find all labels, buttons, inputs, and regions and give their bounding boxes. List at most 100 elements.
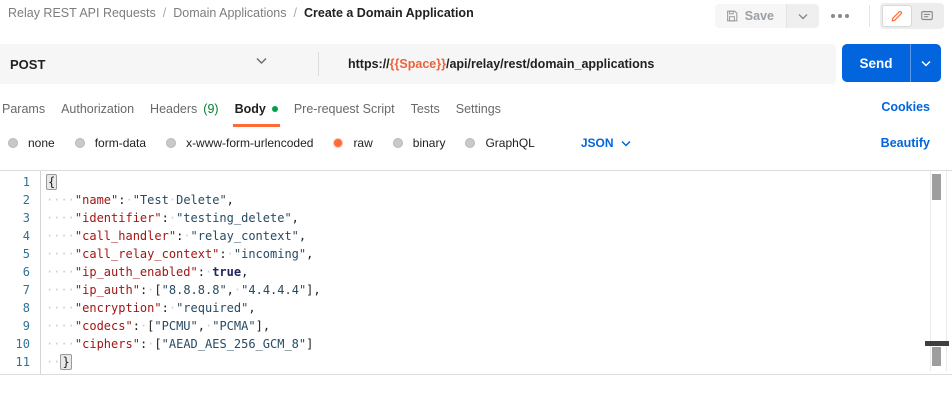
gutter-border	[40, 171, 41, 374]
line-number: 3	[0, 209, 40, 227]
body-type-binary[interactable]: binary	[393, 136, 446, 150]
tab-label: Tests	[411, 102, 440, 116]
breadcrumb: Relay REST API Requests / Domain Applica…	[8, 6, 474, 20]
line-number: 7	[0, 281, 40, 299]
line-number: 8	[0, 299, 40, 317]
cookies-link[interactable]: Cookies	[881, 100, 930, 114]
code-line[interactable]: 3····"identifier":·"testing_delete",	[0, 209, 952, 227]
breadcrumb-collection[interactable]: Relay REST API Requests	[8, 6, 156, 20]
save-group: Save	[715, 4, 819, 28]
tab-label: Headers	[150, 102, 197, 116]
raw-format-label: JSON	[581, 136, 614, 150]
body-type-form-data[interactable]: form-data	[75, 136, 146, 150]
radio-label: GraphQL	[485, 136, 534, 150]
code-line[interactable]: 1{	[0, 173, 952, 191]
edit-mode-button[interactable]	[882, 5, 912, 27]
request-tabs: Params Authorization Headers (9) Body Pre…	[0, 94, 952, 124]
code-text: {	[40, 173, 57, 191]
vertical-scrollbar-thumb[interactable]	[932, 347, 941, 366]
tab-params[interactable]: Params	[2, 94, 45, 124]
code-line[interactable]: 7····"ip_auth":·["8.8.8.8",·"4.4.4.4"],	[0, 281, 952, 299]
tab-label: Settings	[456, 102, 501, 116]
beautify-link[interactable]: Beautify	[881, 136, 930, 150]
code-line[interactable]: 10····"ciphers":·["AEAD_AES_256_GCM_8"]	[0, 335, 952, 353]
code-text: ··}	[40, 353, 72, 371]
radio-label: raw	[353, 136, 372, 150]
url-input[interactable]: https://{{Space}}/api/relay/rest/domain_…	[348, 44, 654, 84]
radio-label: binary	[413, 136, 446, 150]
code-text: ····"ciphers":·["AEAD_AES_256_GCM_8"]	[40, 335, 313, 353]
body-type-none[interactable]: none	[8, 136, 55, 150]
tab-settings[interactable]: Settings	[456, 94, 501, 124]
save-icon	[725, 9, 739, 23]
code-line[interactable]: 8····"encryption":·"required",	[0, 299, 952, 317]
tab-body[interactable]: Body	[235, 94, 278, 124]
radio-label: form-data	[95, 136, 146, 150]
header-divider	[869, 5, 870, 27]
raw-format-selector[interactable]: JSON	[581, 136, 631, 150]
code-text: ····"ip_auth":·["8.8.8.8",·"4.4.4.4"],	[40, 281, 321, 299]
body-type-options: none form-data x-www-form-urlencoded raw…	[0, 130, 952, 156]
save-button[interactable]: Save	[715, 4, 786, 28]
right-panel-toggle	[880, 3, 944, 29]
vertical-scrollbar-thumb[interactable]	[932, 174, 941, 200]
line-number: 5	[0, 245, 40, 263]
line-number: 1	[0, 173, 40, 191]
code-line[interactable]: 5····"call_relay_context":·"incoming",	[0, 245, 952, 263]
tab-label: Body	[235, 102, 266, 116]
code-line[interactable]: 11··}	[0, 353, 952, 371]
radio-icon	[465, 138, 475, 148]
radio-label: x-www-form-urlencoded	[186, 136, 313, 150]
horizontal-scrollbar-thumb[interactable]	[925, 341, 949, 346]
breadcrumb-separator: /	[163, 6, 166, 20]
code-text: ····"name":·"Test·Delete",	[40, 191, 234, 209]
tab-pre-request-script[interactable]: Pre-request Script	[294, 94, 395, 124]
tab-label: Pre-request Script	[294, 102, 395, 116]
chevron-down-icon	[621, 140, 631, 147]
line-number: 4	[0, 227, 40, 245]
breadcrumb-request-name[interactable]: Create a Domain Application	[304, 6, 474, 20]
code-text: ····"identifier":·"testing_delete",	[40, 209, 299, 227]
url-path: /api/relay/rest/domain_applications	[446, 57, 654, 71]
radio-icon	[8, 138, 18, 148]
chevron-down-icon	[798, 13, 808, 20]
breadcrumb-separator: /	[294, 6, 297, 20]
radio-selected-icon	[333, 138, 343, 148]
body-type-raw[interactable]: raw	[333, 136, 372, 150]
code-line[interactable]: 6····"ip_auth_enabled":·true,	[0, 263, 952, 281]
line-number: 9	[0, 317, 40, 335]
pencil-icon	[890, 9, 904, 23]
code-text: ····"encryption":·"required",	[40, 299, 256, 317]
send-button[interactable]: Send	[842, 44, 910, 82]
code-text: ····"codecs":·["PCMU",·"PCMA"],	[40, 317, 270, 335]
more-options-button[interactable]	[831, 14, 849, 18]
radio-icon	[166, 138, 176, 148]
code-line[interactable]: 4····"call_handler":·"relay_context",	[0, 227, 952, 245]
chevron-down-icon[interactable]	[256, 57, 267, 65]
url-divider	[318, 52, 319, 76]
line-number: 2	[0, 191, 40, 209]
tab-authorization[interactable]: Authorization	[61, 94, 134, 124]
body-modified-dot	[272, 106, 278, 112]
save-button-label: Save	[745, 9, 774, 23]
method-selector[interactable]: POST	[10, 44, 45, 84]
tab-tests[interactable]: Tests	[411, 94, 440, 124]
code-text: ····"call_handler":·"relay_context",	[40, 227, 306, 245]
send-options-chevron-button[interactable]	[910, 44, 941, 82]
line-number: 10	[0, 335, 40, 353]
comments-button[interactable]	[912, 5, 942, 27]
url-prefix: https://	[348, 57, 390, 71]
comment-icon	[920, 9, 934, 23]
body-type-x-www-form-urlencoded[interactable]: x-www-form-urlencoded	[166, 136, 313, 150]
headers-count-badge: (9)	[203, 102, 218, 116]
header-bar: Relay REST API Requests / Domain Applica…	[0, 0, 952, 32]
send-button-group: Send	[842, 44, 941, 82]
raw-body-editor[interactable]: 1{2····"name":·"Test·Delete",3····"ident…	[0, 170, 952, 375]
save-options-chevron-button[interactable]	[786, 4, 819, 28]
code-line[interactable]: 9····"codecs":·["PCMU",·"PCMA"],	[0, 317, 952, 335]
code-line[interactable]: 2····"name":·"Test·Delete",	[0, 191, 952, 209]
breadcrumb-folder[interactable]: Domain Applications	[173, 6, 286, 20]
tab-headers[interactable]: Headers (9)	[150, 94, 219, 124]
body-type-graphql[interactable]: GraphQL	[465, 136, 534, 150]
radio-label: none	[28, 136, 55, 150]
